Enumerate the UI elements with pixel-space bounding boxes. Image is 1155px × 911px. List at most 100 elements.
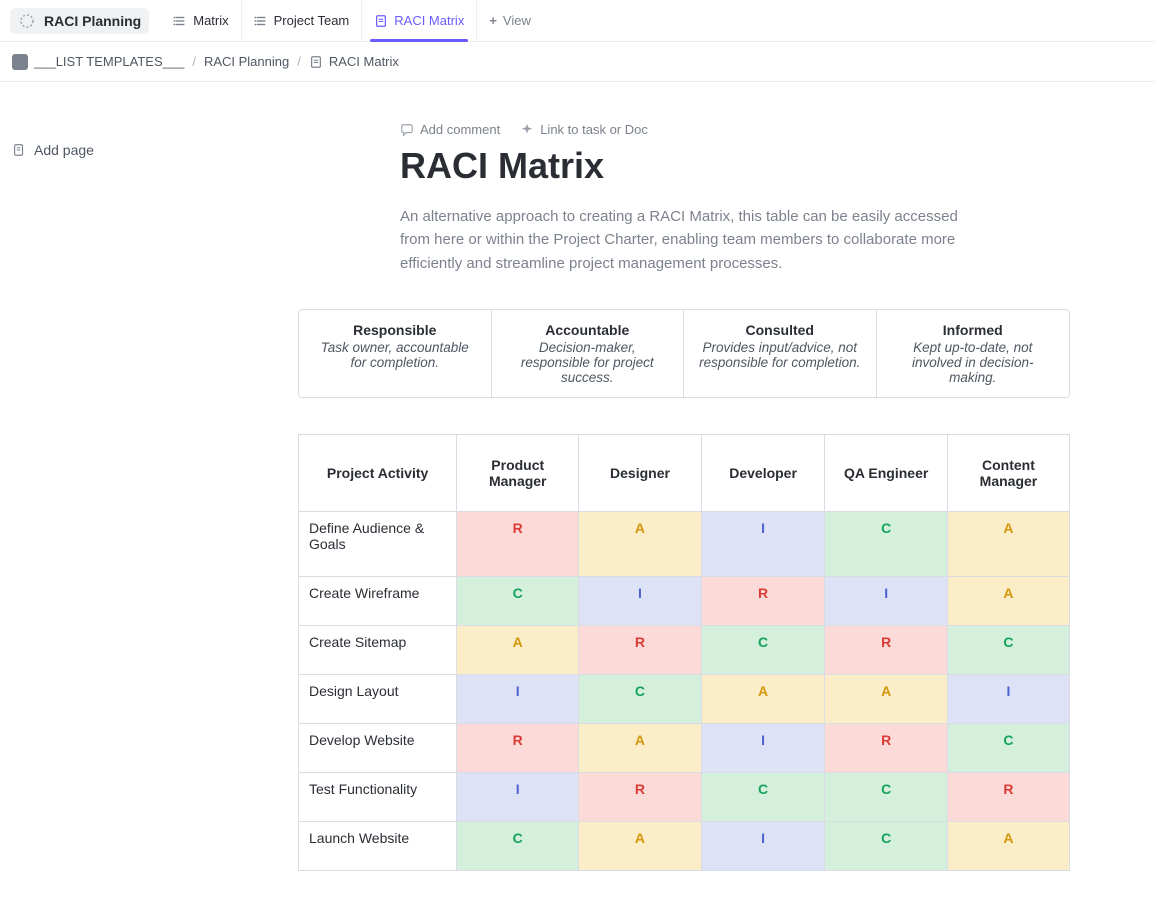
definition-cell: Consulted Provides input/advice, not resp… [684,310,877,397]
column-header-role: Designer [579,434,701,511]
column-header-activity: Project Activity [299,434,457,511]
raci-cell: C [701,625,825,674]
table-row: Launch WebsiteCAICA [299,821,1070,870]
activity-cell: Create Wireframe [299,576,457,625]
definitions-table: Responsible Task owner, accountable for c… [298,309,1070,398]
definition-title: Accountable [506,322,670,338]
definition-title: Consulted [698,322,862,338]
breadcrumb-label: RACI Matrix [329,54,399,69]
add-page-button[interactable]: Add page [12,142,234,158]
raci-cell: R [825,625,947,674]
page-description: An alternative approach to creating a RA… [250,205,990,275]
doc-icon [309,55,323,69]
raci-cell: C [825,821,947,870]
raci-cell: C [825,772,947,821]
breadcrumb-item[interactable]: RACI Matrix [309,54,399,69]
add-page-label: Add page [34,142,94,158]
definition-title: Informed [891,322,1056,338]
table-row: Design LayoutICAAI [299,674,1070,723]
raci-cell: I [701,723,825,772]
activity-cell: Launch Website [299,821,457,870]
raci-cell: C [701,772,825,821]
content: Add comment Link to task or Doc RACI Mat… [250,82,1155,911]
raci-cell: C [457,821,579,870]
sparkle-icon [520,123,534,137]
definition-cell: Responsible Task owner, accountable for c… [299,310,492,397]
app-title-button[interactable]: RACI Planning [10,8,149,34]
raci-cell: C [457,576,579,625]
raci-cell: I [947,674,1069,723]
list-icon [254,14,268,28]
breadcrumb-item[interactable]: ___LIST TEMPLATES___ [12,54,184,70]
tab-raci-matrix[interactable]: RACI Matrix [362,0,477,42]
definition-desc: Decision-maker, responsible for project … [506,340,670,385]
tab-matrix[interactable]: Matrix [161,0,241,42]
raci-cell: R [579,772,701,821]
comment-icon [400,123,414,137]
column-header-role: QA Engineer [825,434,947,511]
app-icon [18,12,36,30]
definition-desc: Task owner, accountable for completion. [313,340,477,370]
add-comment-button[interactable]: Add comment [400,122,500,137]
tab-label: Matrix [193,13,228,28]
activity-cell: Design Layout [299,674,457,723]
table-row: Test FunctionalityIRCCR [299,772,1070,821]
main: Add page Add comment Link to task or Doc [0,82,1155,911]
raci-cell: R [457,511,579,576]
activity-cell: Develop Website [299,723,457,772]
list-icon [173,14,187,28]
tab-label: Project Team [274,13,350,28]
raci-cell: A [825,674,947,723]
add-page-icon [12,143,26,157]
breadcrumb-separator: / [297,54,301,69]
add-comment-label: Add comment [420,122,500,137]
activity-cell: Define Audience & Goals [299,511,457,576]
definition-desc: Kept up-to-date, not involved in decisio… [891,340,1056,385]
raci-cell: A [579,821,701,870]
raci-cell: A [457,625,579,674]
raci-cell: I [457,674,579,723]
table-row: Create WireframeCIRIA [299,576,1070,625]
plus-icon: + [489,13,497,28]
raci-cell: R [579,625,701,674]
tab-project-team[interactable]: Project Team [242,0,363,42]
link-task-button[interactable]: Link to task or Doc [520,122,648,137]
raci-matrix-table: Project ActivityProduct ManagerDesignerD… [298,434,1070,871]
raci-cell: R [825,723,947,772]
raci-cell: A [579,723,701,772]
add-view-label: View [503,13,531,28]
matrix-header-row: Project ActivityProduct ManagerDesignerD… [299,434,1070,511]
table-row: Develop WebsiteRAIRC [299,723,1070,772]
sidebar: Add page [0,82,250,911]
raci-cell: I [579,576,701,625]
column-header-role: Developer [701,434,825,511]
doc-actions: Add comment Link to task or Doc [250,122,1070,137]
raci-cell: A [947,576,1069,625]
raci-cell: A [947,821,1069,870]
raci-cell: C [947,625,1069,674]
raci-cell: C [947,723,1069,772]
breadcrumb-item[interactable]: RACI Planning [204,54,289,69]
top-bar: RACI Planning Matrix Project Team RACI Mat… [0,0,1155,42]
column-header-role: Product Manager [457,434,579,511]
activity-cell: Create Sitemap [299,625,457,674]
raci-cell: I [701,511,825,576]
raci-cell: R [701,576,825,625]
definition-desc: Provides input/advice, not responsible f… [698,340,862,370]
raci-cell: A [947,511,1069,576]
link-task-label: Link to task or Doc [540,122,648,137]
raci-cell: C [825,511,947,576]
raci-cell: A [701,674,825,723]
table-row: Create SitemapARCRC [299,625,1070,674]
add-view-button[interactable]: + View [477,0,543,42]
tabs: Matrix Project Team RACI Matrix + View [161,0,543,42]
raci-cell: I [825,576,947,625]
raci-cell: I [701,821,825,870]
definition-title: Responsible [313,322,477,338]
raci-cell: R [947,772,1069,821]
folder-icon [12,54,28,70]
raci-cell: R [457,723,579,772]
definition-cell: Accountable Decision-maker, responsible f… [492,310,685,397]
breadcrumb-bar: ___LIST TEMPLATES___ / RACI Planning / R… [0,42,1155,82]
breadcrumb-label: RACI Planning [204,54,289,69]
